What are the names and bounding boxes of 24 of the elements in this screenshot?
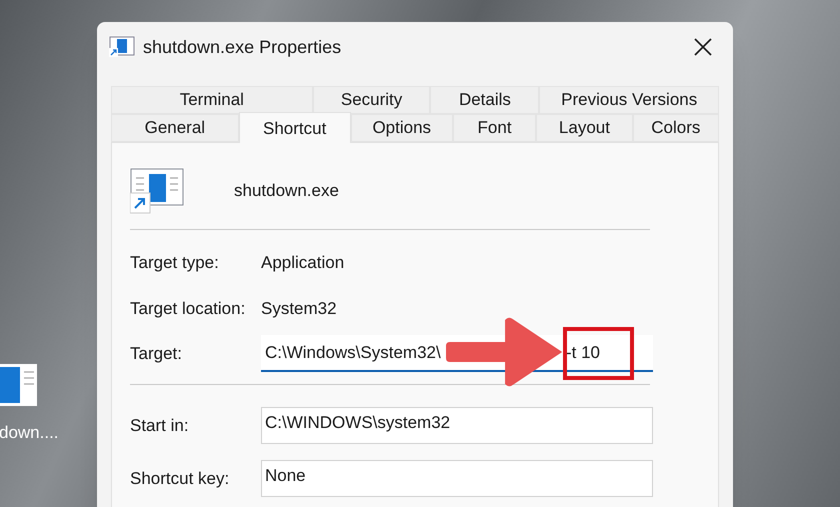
field-value: System32 — [261, 298, 337, 320]
tab[interactable]: Details — [430, 86, 540, 114]
field-label: Target type: — [130, 252, 220, 274]
window-title: shutdown.exe Properties — [143, 36, 342, 59]
tab[interactable]: Font — [452, 114, 536, 142]
tab[interactable]: Layout — [536, 114, 633, 142]
tab[interactable]: Terminal — [111, 86, 313, 114]
tab[interactable]: Shortcut — [238, 112, 351, 143]
field-label: Target: — [130, 342, 183, 365]
target-path-text: C:\Windows\System32\ — [265, 342, 441, 364]
field-value: Application — [261, 252, 344, 274]
tab[interactable]: Colors — [632, 114, 720, 142]
desktop-icon-label[interactable]: down.... — [0, 420, 59, 446]
field-label: Start in: — [130, 414, 190, 437]
text-field[interactable]: None — [261, 460, 653, 497]
text-field[interactable]: C:\WINDOWS\system32 — [261, 407, 653, 444]
field-label: Shortcut key: — [130, 468, 230, 490]
tab[interactable]: Previous Versions — [539, 86, 719, 114]
tab[interactable]: Security — [312, 86, 430, 114]
file-name: shutdown.exe — [234, 180, 339, 202]
tab[interactable]: General — [111, 114, 239, 142]
field-label: Target location: — [130, 298, 246, 320]
tab[interactable]: Options — [350, 114, 453, 142]
target-argument-text: -t 10 — [566, 342, 600, 364]
